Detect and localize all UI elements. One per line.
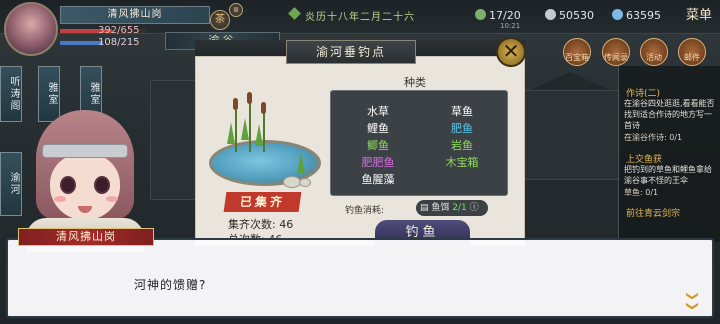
- gold-counter: 63595: [612, 9, 661, 22]
- fishing-pond-illustration: [205, 92, 325, 202]
- fishing-cost-label: 钓鱼消耗:: [345, 206, 385, 216]
- background-building: [520, 90, 620, 180]
- portrait-blush: [106, 196, 118, 202]
- background-roof: [530, 72, 610, 90]
- hp-value: 392/655: [98, 25, 140, 36]
- stamina-counter: 17/20: [475, 9, 521, 22]
- rock: [299, 178, 311, 187]
- fish-item: 肥鱼: [451, 122, 473, 135]
- rumor-book-label: 传闻录: [604, 53, 628, 62]
- silver-counter: 50530: [545, 9, 594, 22]
- fish-item: 鲤鱼: [367, 122, 389, 135]
- panel-title: 渝河垂钓点: [286, 40, 416, 64]
- fish-item: 肥肥鱼: [361, 156, 395, 169]
- tea-button[interactable]: 茶: [210, 10, 230, 30]
- left-tab-1[interactable]: 听涛阁: [0, 66, 22, 122]
- species-list: 水草 草鱼 鲤鱼 肥鱼 鲫鱼 岩鱼 肥肥鱼 木宝箱 鱼腥藻: [330, 90, 508, 196]
- mp-value: 108/215: [98, 37, 140, 48]
- event-label: 活动: [646, 53, 662, 62]
- quest-progress: 草鱼: 0/1: [624, 188, 659, 197]
- quest-description: 把钓到的草鱼和鲤鱼拿给渝谷事不怪的王伞: [624, 165, 712, 185]
- bait-icon: ▤: [420, 203, 432, 213]
- fish-item: 鲫鱼: [367, 139, 389, 152]
- portrait-eye: [94, 176, 110, 194]
- grass: [297, 152, 305, 174]
- silver-value: 50530: [559, 9, 594, 22]
- stamina-value: 17/20: [489, 9, 521, 22]
- fish-item: 鱼腥藻: [361, 173, 395, 186]
- portrait-headband: [42, 144, 128, 158]
- dialog-box[interactable]: [6, 238, 714, 318]
- menu-button[interactable]: 菜单: [686, 4, 712, 23]
- quest-description: 在渝谷四处逛逛,看看能否找到适合作诗的地方写一首诗: [624, 99, 715, 130]
- treasure-box-label: 百宝箱: [565, 53, 589, 62]
- stamina-icon: [475, 9, 486, 20]
- cattail: [247, 92, 252, 104]
- species-header: 种类: [404, 76, 426, 89]
- fish-item: 草鱼: [451, 105, 473, 118]
- double-chevron-down-icon[interactable]: ❯❯: [686, 291, 700, 311]
- left-tab-4[interactable]: 渝河: [0, 152, 22, 216]
- quest-progress: 在渝谷作诗: 0/1: [624, 133, 683, 142]
- background-building: [150, 80, 200, 200]
- grass: [227, 122, 235, 144]
- portrait-blush: [54, 196, 66, 202]
- bait-indicator: ▤ 鱼饵 2/1 ⓘ: [416, 200, 488, 216]
- collect-count: 集齐次数: 46: [228, 218, 294, 231]
- fish-item: 岩鱼: [451, 139, 473, 152]
- speaker-name-plate: 清风拂山岗: [18, 228, 154, 246]
- game-date: 炎历十八年二月二十六: [305, 12, 415, 23]
- close-button[interactable]: ✕: [496, 37, 526, 67]
- info-icon[interactable]: ⓘ: [470, 203, 479, 213]
- player-name: 清风拂山岗: [60, 6, 210, 24]
- fish-item: 木宝箱: [445, 156, 479, 169]
- player-avatar[interactable]: [4, 2, 58, 56]
- mail-label: 邮件: [684, 53, 700, 62]
- grass: [241, 118, 249, 140]
- clock: 10:21: [500, 22, 521, 30]
- dialog-text: 河神的馈赠?: [134, 278, 207, 292]
- game-scene: 清风拂山岗 392/655 108/215 茶 II 炎历十八年二月二十六 17…: [0, 0, 720, 324]
- gem-icon: [612, 9, 623, 20]
- silver-coin-icon: [545, 9, 556, 20]
- quest-title[interactable]: 前往青云剑宗: [626, 206, 680, 219]
- total-count: 总次数: 46: [228, 231, 282, 238]
- cattail: [233, 98, 238, 110]
- portrait-eye: [60, 176, 76, 194]
- grass: [255, 124, 263, 146]
- collected-stamp: 已集齐: [223, 192, 302, 212]
- pause-button[interactable]: II: [229, 3, 243, 17]
- cattail: [261, 102, 266, 114]
- gold-value: 63595: [626, 9, 661, 22]
- bait-count: 2/1: [452, 203, 467, 213]
- bait-name: 鱼饵: [431, 203, 450, 213]
- fish-item: 水草: [367, 105, 389, 118]
